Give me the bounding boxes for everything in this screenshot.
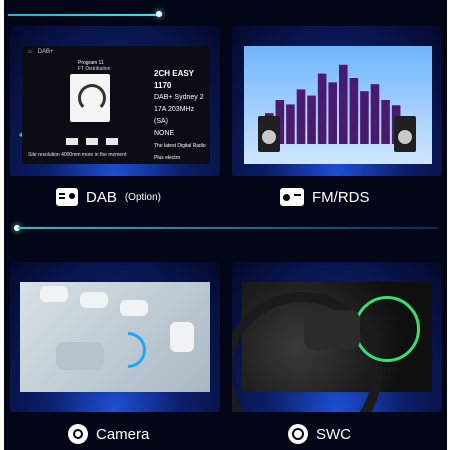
equalizer-bar — [349, 78, 359, 144]
equalizer-bar — [317, 73, 327, 144]
station-line-2: 17A 203MHz (SA) — [154, 106, 195, 125]
dab-status-bar: ⌂ DAB+ — [22, 46, 210, 58]
program-line-2: FT Distribution — [78, 66, 111, 72]
camera-tile — [10, 262, 220, 412]
dab-tile: ⌂ DAB+ Program 11 FT Distribution 2CH EA… — [10, 26, 220, 176]
headphones-icon — [78, 84, 106, 112]
status-source-label: DAB+ — [37, 49, 54, 55]
station-headline: 2CH EASY 1170 — [154, 69, 194, 90]
equalizer-bar — [339, 64, 348, 144]
progress-line-top — [8, 14, 158, 16]
fm-tile — [232, 26, 442, 176]
left-speaker-icon — [258, 116, 280, 152]
station-line-1: DAB+ Sydney 2 — [154, 94, 204, 101]
station-line-3: NONE — [154, 130, 175, 137]
right-speaker-icon — [394, 116, 416, 152]
camera-caption: Camera — [68, 424, 149, 444]
dab-caption: DAB (Option) — [56, 188, 161, 206]
parked-car — [80, 292, 108, 308]
camera-caption-label: Camera — [96, 425, 150, 443]
dab-caption-label: DAB — [86, 188, 117, 206]
control-buttons-highlight — [354, 296, 420, 362]
dab-caption-note: (Option) — [124, 191, 161, 203]
dab-radio-screen: ⌂ DAB+ Program 11 FT Distribution 2CH EA… — [22, 46, 210, 164]
equalizer-bar — [296, 89, 306, 144]
steering-wheel-scene — [232, 282, 432, 412]
steering-controls — [304, 310, 360, 350]
playback-controls — [66, 138, 118, 145]
progress-line-middle — [18, 227, 438, 229]
search-icon[interactable] — [86, 138, 98, 145]
parking-scene — [20, 282, 210, 392]
parked-car — [170, 322, 194, 352]
sensor-wave-icon — [102, 324, 154, 376]
station-line-4: The latest Digital Radio Plus electro — [154, 143, 206, 161]
equalizer-bar — [381, 100, 390, 144]
parked-car — [120, 300, 148, 316]
progress-dot-top — [156, 11, 162, 17]
fm-radio-icon — [280, 188, 304, 206]
feature-collage: ⌂ DAB+ Program 11 FT Distribution 2CH EA… — [4, 0, 447, 450]
swc-caption: SWC — [288, 424, 351, 444]
album-card — [70, 74, 110, 122]
swc-caption-label: SWC — [316, 425, 351, 443]
next-icon[interactable] — [106, 138, 118, 145]
parked-car — [40, 286, 68, 302]
equalizer-bar — [370, 84, 380, 144]
equalizer-bar — [286, 104, 295, 144]
equalizer-bar — [360, 91, 369, 144]
home-icon[interactable]: ⌂ — [28, 49, 32, 55]
steering-wheel-icon — [288, 424, 308, 444]
station-info: 2CH EASY 1170 DAB+ Sydney 2 17A 203MHz (… — [154, 68, 210, 164]
equalizer-bar — [307, 95, 316, 144]
camera-icon — [68, 424, 88, 444]
swc-tile — [232, 262, 442, 412]
fm-caption: FM/RDS — [280, 188, 370, 206]
equalizer-bar — [328, 82, 337, 144]
fm-caption-label: FM/RDS — [312, 188, 370, 206]
reversing-car — [56, 342, 104, 370]
radio-icon — [56, 188, 78, 206]
previous-icon[interactable] — [66, 138, 78, 145]
dab-footer-text: Site resolution 4000mm more in the momen… — [28, 152, 127, 158]
